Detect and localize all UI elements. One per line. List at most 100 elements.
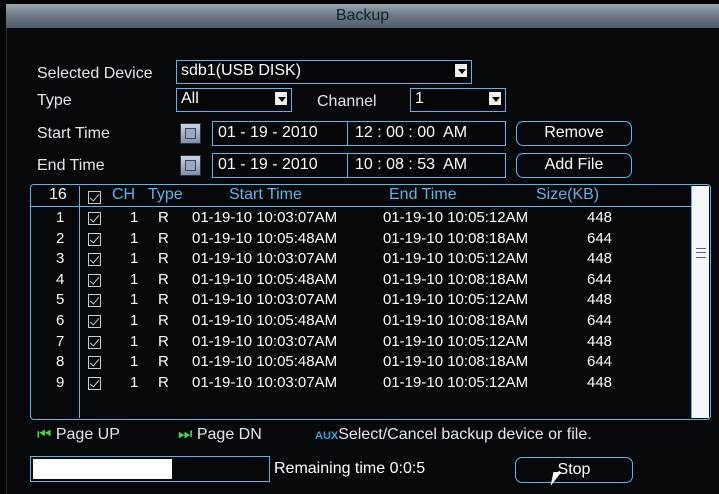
row-channel: 1 (130, 353, 139, 371)
row-size: 644 (587, 312, 613, 329)
page-up-label: Page UP (55, 426, 120, 443)
table-row[interactable]: 6 1 R 01-19-10 10:05:48AM 01-19-10 10:08:18A… (32, 311, 692, 331)
start-month[interactable]: 01 (218, 124, 236, 141)
row-index: 4 (56, 270, 65, 288)
row-channel: 1 (130, 373, 139, 391)
stop-button[interactable]: Stop (515, 457, 633, 483)
row-type: R (158, 373, 169, 391)
row-start-time: 01-19-10 10:03:07AM (192, 291, 338, 309)
start-date-display[interactable]: 01 - 19 - 2010 (218, 124, 318, 142)
table-row[interactable]: 2 1 R 01-19-10 10:05:48AM 01-19-10 10:08:18A… (32, 229, 692, 249)
row-channel: 1 (130, 229, 139, 247)
table-header-start-time[interactable]: Start Time (229, 186, 302, 204)
calendar-icon[interactable] (180, 155, 201, 176)
channel-value: 1 (415, 90, 424, 107)
row-index: 3 (56, 250, 65, 268)
selected-device-dropdown[interactable]: sdb1(USB DISK) (176, 60, 472, 84)
calendar-icon[interactable] (180, 123, 201, 144)
row-start-time: 01-19-10 10:03:07AM (192, 332, 338, 350)
title-bar[interactable]: Backup (6, 4, 719, 29)
end-date-display[interactable]: 01 - 19 - 2010 (218, 156, 318, 174)
row-size: 448 (587, 332, 613, 350)
row-checkbox[interactable] (88, 212, 101, 225)
page-up-hint[interactable]: ⏮ Page UP (37, 426, 120, 444)
scrollbar-grip-icon[interactable] (696, 248, 706, 258)
row-checkbox[interactable] (88, 335, 101, 349)
channel-dropdown[interactable]: 1 (410, 88, 506, 112)
table-row[interactable]: 1 1 R 01-19-10 10:03:07AM 01-19-10 10:05:12A… (32, 208, 692, 228)
table-row[interactable]: 4 1 R 01-19-10 10:05:48AM 01-19-10 10:08:18A… (32, 270, 692, 290)
selected-device-value: sdb1(USB DISK) (181, 62, 302, 79)
window-title: Backup (335, 7, 390, 24)
type-dropdown[interactable]: All (176, 88, 292, 112)
row-checkbox[interactable] (88, 253, 101, 267)
start-ampm[interactable]: AM (443, 124, 467, 141)
row-channel: 1 (130, 270, 139, 288)
start-time-divider (347, 122, 348, 145)
row-type: R (158, 332, 169, 350)
row-end-time: 01-19-10 10:05:12AM (383, 250, 529, 268)
row-end-time: 01-19-10 10:05:12AM (383, 209, 529, 226)
end-day[interactable]: 19 (250, 156, 268, 173)
row-channel: 1 (130, 312, 139, 329)
channel-label: Channel (317, 93, 377, 110)
aux-hint-text: Select/Cancel backup device or file. (338, 426, 592, 443)
page-dn-hint[interactable]: ⏭ Page DN (178, 426, 262, 444)
row-checkbox[interactable] (88, 232, 101, 246)
row-checkbox[interactable] (88, 356, 101, 370)
row-end-time: 01-19-10 10:08:18AM (383, 270, 529, 288)
table-header-size[interactable]: Size(KB) (536, 186, 599, 204)
row-checkbox[interactable] (88, 273, 101, 287)
row-size: 644 (587, 270, 613, 288)
row-start-time: 01-19-10 10:05:48AM (192, 353, 338, 371)
table-header-ch[interactable]: CH (112, 186, 135, 204)
end-minute[interactable]: 08 (386, 156, 404, 173)
start-second[interactable]: 00 (417, 124, 435, 141)
row-checkbox[interactable] (88, 315, 101, 328)
row-size: 448 (587, 250, 613, 268)
row-start-time: 01-19-10 10:05:48AM (192, 270, 338, 288)
backup-dialog: Backup Selected Device sdb1(USB DISK) Ty… (0, 0, 719, 494)
end-year[interactable]: 2010 (282, 156, 318, 173)
row-type: R (158, 291, 169, 309)
start-day[interactable]: 19 (250, 124, 268, 141)
row-type: R (158, 353, 169, 371)
table-row[interactable]: 5 1 R 01-19-10 10:03:07AM 01-19-10 10:05:12A… (32, 290, 692, 310)
start-minute[interactable]: 00 (386, 124, 404, 141)
end-clock-display[interactable]: 10 : 08 : 53 AM (355, 156, 467, 174)
backup-progress-fill (33, 459, 172, 479)
end-month[interactable]: 01 (218, 156, 236, 173)
start-year[interactable]: 2010 (282, 124, 318, 141)
table-header-end-time[interactable]: End Time (389, 186, 457, 204)
end-hour[interactable]: 10 (355, 156, 373, 173)
start-hour[interactable]: 12 (355, 124, 373, 141)
table-row[interactable]: 3 1 R 01-19-10 10:03:07AM 01-19-10 10:05:12A… (32, 249, 692, 269)
row-start-time: 01-19-10 10:03:07AM (192, 373, 338, 391)
start-clock-display[interactable]: 12 : 00 : 00 AM (355, 124, 467, 142)
row-channel: 1 (130, 291, 139, 309)
row-size: 448 (587, 373, 613, 391)
table-header-type[interactable]: Type (148, 186, 183, 204)
row-start-time: 01-19-10 10:03:07AM (192, 209, 338, 226)
remaining-time: Remaining time 0:0:5 (274, 460, 426, 477)
table-row[interactable]: 9 1 R 01-19-10 10:03:07AM 01-19-10 10:05:12A… (32, 373, 692, 393)
aux-hint: AUXSelect/Cancel backup device or file. (315, 426, 592, 444)
end-second[interactable]: 53 (417, 156, 435, 173)
row-checkbox[interactable] (88, 294, 101, 308)
table-scrollbar[interactable] (691, 186, 709, 418)
row-type: R (158, 209, 169, 226)
table-row[interactable]: 7 1 R 01-19-10 10:03:07AM 01-19-10 10:05:12A… (32, 332, 692, 352)
row-end-time: 01-19-10 10:05:12AM (383, 373, 529, 391)
remove-button[interactable]: Remove (516, 121, 632, 146)
select-all-checkbox[interactable] (88, 191, 101, 204)
page-dn-icon: ⏭ (178, 426, 193, 443)
row-end-time: 01-19-10 10:08:18AM (383, 312, 529, 329)
end-ampm[interactable]: AM (443, 156, 467, 173)
row-type: R (158, 229, 169, 247)
add-file-button[interactable]: Add File (516, 153, 632, 178)
row-index: 7 (56, 332, 65, 350)
row-checkbox[interactable] (88, 376, 101, 390)
row-start-time: 01-19-10 10:05:48AM (192, 312, 338, 329)
row-end-time: 01-19-10 10:08:18AM (383, 353, 529, 371)
table-row[interactable]: 8 1 R 01-19-10 10:05:48AM 01-19-10 10:08:18A… (32, 352, 692, 372)
